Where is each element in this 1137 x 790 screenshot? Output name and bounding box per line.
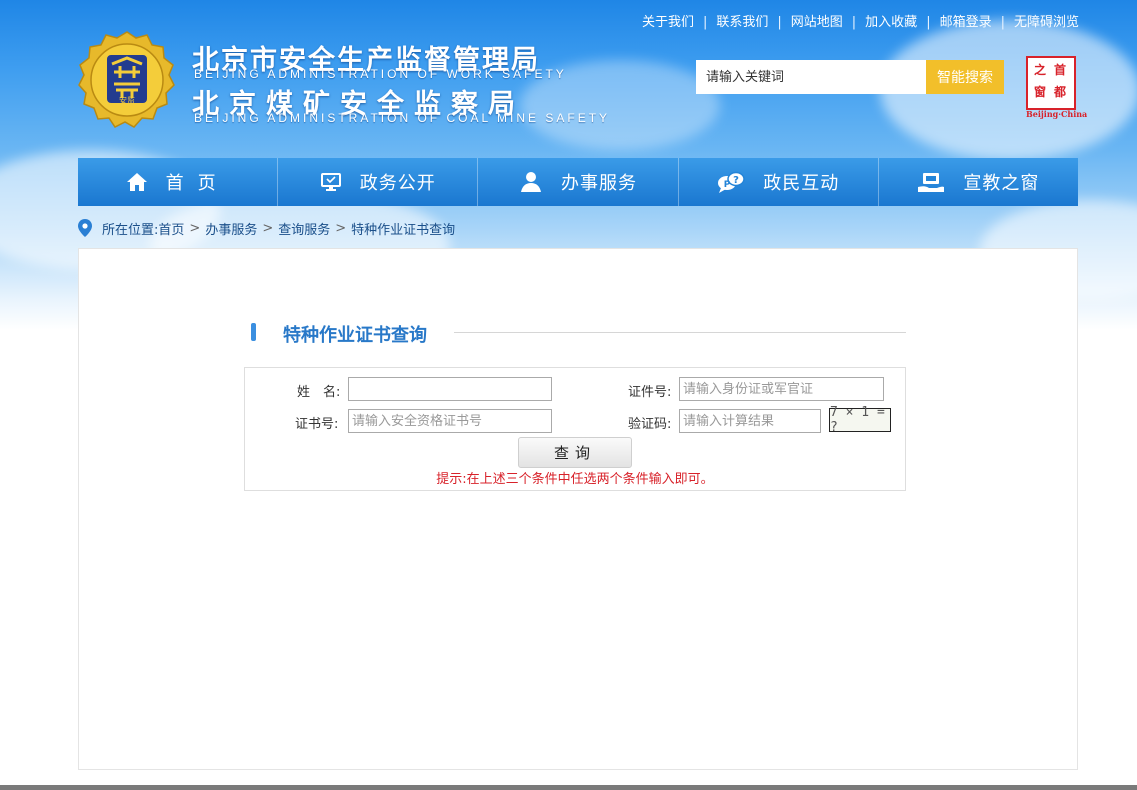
capital-window-logo[interactable]: 首 都 之 窗 Beijing·China: [1026, 56, 1087, 119]
id-label: 证件号:: [628, 385, 672, 400]
nav-item-interaction[interactable]: ? P 政民互动: [679, 158, 879, 206]
stamp-caption: Beijing·China: [1026, 109, 1088, 119]
stamp-glyph-3: 之: [1034, 63, 1047, 77]
nav-label-interaction: 政民互动: [763, 173, 840, 194]
name-input[interactable]: [348, 377, 552, 401]
location-pin-icon: [78, 219, 92, 237]
top-link-contact[interactable]: 联系我们: [716, 15, 768, 30]
site-title-en-1: BEIJING ADMINISTRATION OF WORK SAFETY: [194, 67, 567, 81]
id-number-input[interactable]: [679, 377, 884, 401]
breadcrumb-home[interactable]: 首页: [158, 219, 184, 238]
top-link-mail-login[interactable]: 邮箱登录: [940, 15, 992, 30]
nav-label-government-affairs: 政务公开: [359, 173, 436, 194]
cert-label: 证书号:: [295, 417, 339, 432]
nav-label-home: 首页: [165, 173, 230, 194]
stamp-glyph-2: 都: [1054, 85, 1067, 99]
section-header: 特种作业证书查询: [251, 321, 906, 346]
nav-item-home[interactable]: 首页: [78, 158, 279, 206]
content-panel: 特种作业证书查询 姓 名: 证件号: 证书号: 验证码: 7 × 1 = ? 查…: [78, 248, 1078, 770]
stamp-glyph-1: 首: [1054, 63, 1067, 77]
section-title: 特种作业证书查询: [283, 325, 427, 346]
breadcrumb-current[interactable]: 特种作业证书查询: [351, 219, 455, 238]
captcha-input[interactable]: [679, 409, 821, 433]
svg-text:?: ?: [733, 175, 739, 186]
query-button[interactable]: 查询: [518, 437, 632, 468]
site-title-en-2: BEIJING ADMINISTRATION OF COAL MINE SAFE…: [194, 111, 611, 125]
search-input[interactable]: [696, 60, 926, 94]
monitor-icon: [320, 173, 341, 191]
hint-text: 提示:在上述三个条件中任选两个条件输入即可。: [436, 472, 714, 487]
top-link-favorite[interactable]: 加入收藏: [865, 15, 917, 30]
footer-bar: [0, 785, 1137, 790]
computer-hand-icon: [918, 173, 945, 192]
section-divider: [454, 332, 906, 333]
section-accent-bar: [251, 323, 256, 341]
breadcrumb-query-services[interactable]: 查询服务: [278, 219, 330, 238]
emblem-text: 安监: [119, 95, 135, 105]
nav-item-government-affairs[interactable]: 政务公开: [278, 158, 479, 206]
top-link-about[interactable]: 关于我们: [642, 15, 694, 30]
nav-item-education[interactable]: 宣教之窗: [879, 158, 1078, 206]
nav-label-education: 宣教之窗: [963, 173, 1040, 194]
breadcrumb-services[interactable]: 办事服务: [205, 219, 257, 238]
stamp-glyph-4: 窗: [1034, 85, 1047, 99]
person-icon: [521, 172, 541, 192]
name-label: 姓 名:: [297, 385, 341, 400]
certificate-query-form: 姓 名: 证件号: 证书号: 验证码: 7 × 1 = ? 查询 提示:在上述三…: [244, 367, 906, 491]
breadcrumb-prefix: 所在位置:: [102, 222, 159, 238]
chat-bubbles-icon: ?P: [718, 171, 745, 193]
home-icon: [126, 173, 147, 191]
emblem-logo: 安监: [78, 31, 175, 128]
nav-item-services[interactable]: 办事服务: [478, 158, 679, 206]
search-button[interactable]: 智能搜索: [926, 60, 1004, 94]
top-links: 关于我们 | 联系我们 | 网站地图 | 加入收藏 | 邮箱登录 | 无障碍浏览: [641, 15, 1079, 30]
certificate-number-input[interactable]: [348, 409, 552, 433]
nav-label-services: 办事服务: [561, 173, 637, 194]
top-link-accessibility[interactable]: 无障碍浏览: [1014, 15, 1079, 30]
svg-text:P: P: [724, 180, 731, 190]
captcha-image[interactable]: 7 × 1 = ?: [829, 405, 891, 435]
breadcrumb: 所在位置: 首页 > 办事服务 > 查询服务 > 特种作业证书查询: [78, 218, 455, 238]
top-link-sitemap[interactable]: 网站地图: [791, 15, 843, 30]
main-nav: 首页 政务公开 办事服务 ? P 政民互动 宣教之窗: [78, 158, 1078, 206]
captcha-label: 验证码:: [628, 417, 672, 432]
